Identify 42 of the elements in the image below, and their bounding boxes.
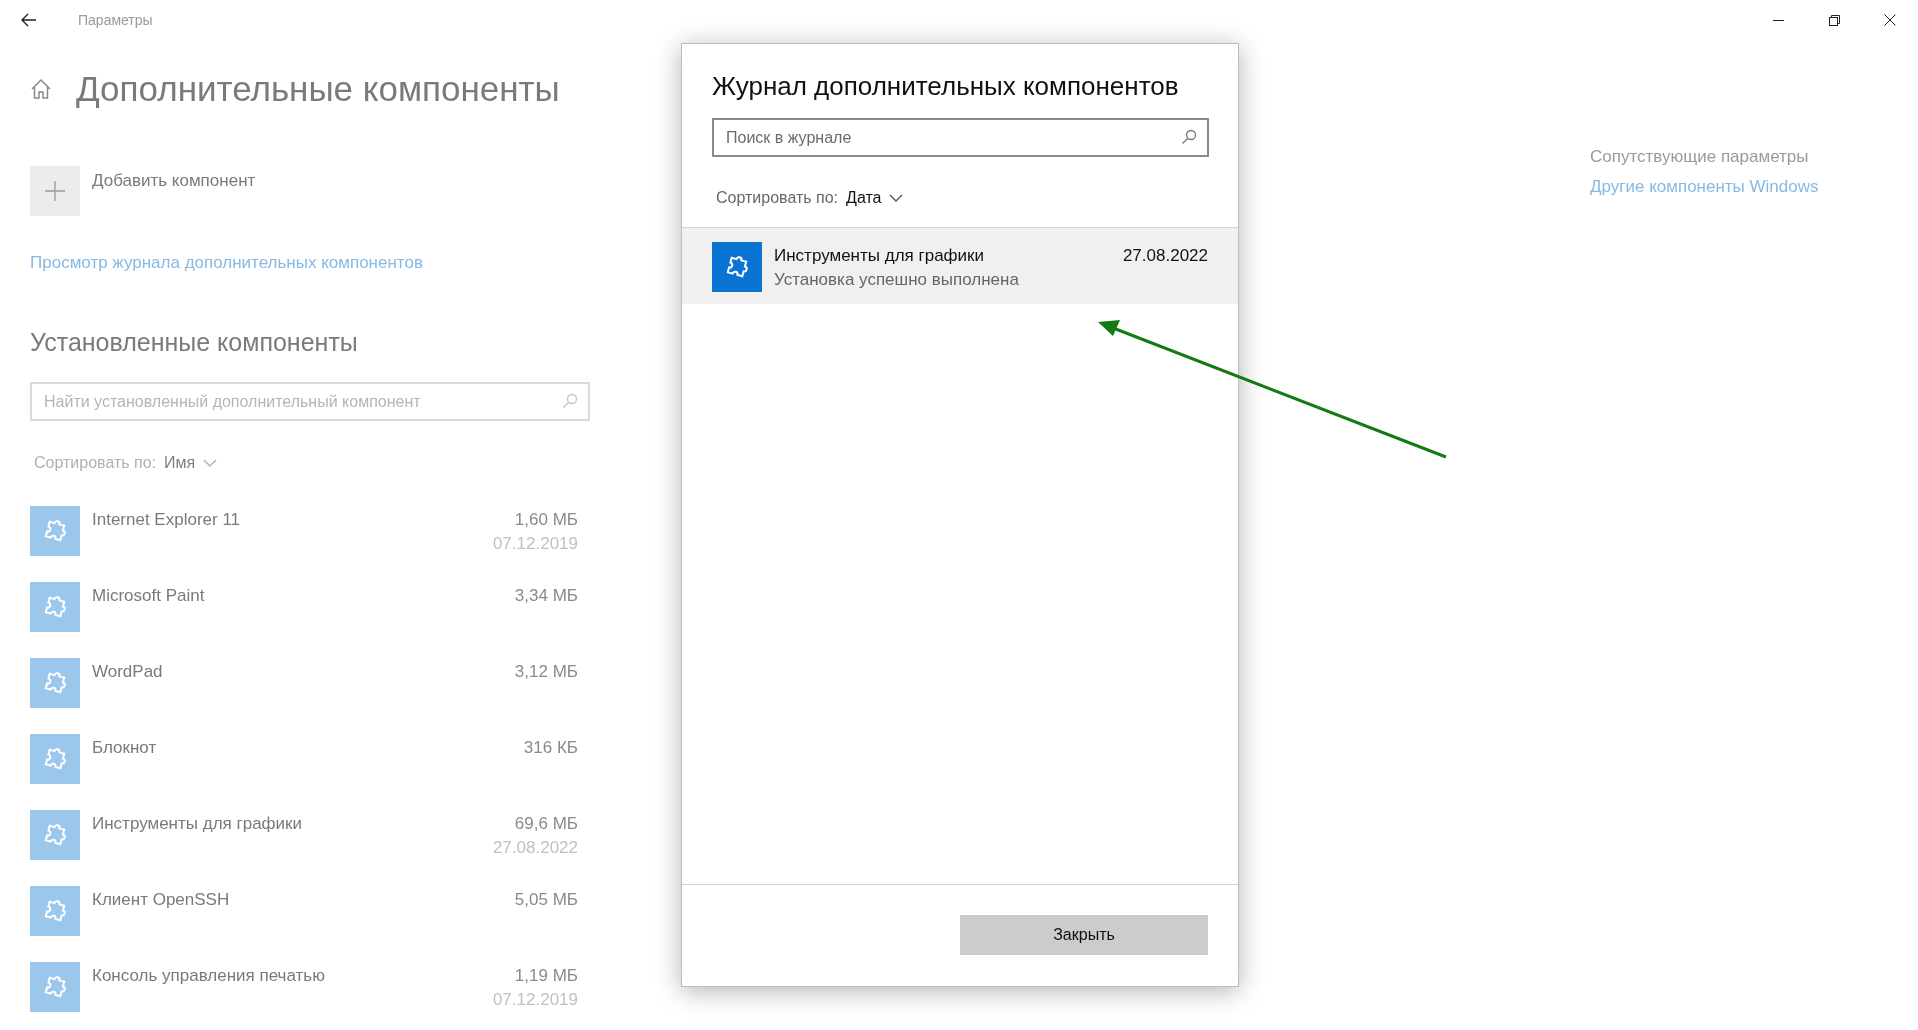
- entry-date: 27.08.2022: [1122, 246, 1208, 266]
- window-title: Параметры: [78, 12, 153, 28]
- component-size: 316 КБ: [523, 738, 578, 758]
- sort-dropdown[interactable]: Сортировать по: Имя: [30, 450, 222, 476]
- component-size: 3,34 МБ: [514, 586, 578, 606]
- minimize-icon: [1772, 19, 1784, 21]
- component-size: 1,60 МБ: [514, 510, 578, 530]
- add-tile[interactable]: [30, 166, 80, 216]
- component-date: 07.12.2019: [492, 534, 578, 554]
- restore-icon: [1828, 14, 1840, 26]
- chevron-down-icon: [889, 194, 904, 202]
- section-heading: Установленные компоненты: [30, 328, 359, 357]
- component-name[interactable]: Инструменты для графики: [92, 814, 481, 834]
- search-icon: [1181, 129, 1197, 145]
- entry-name: Инструменты для графики: [774, 246, 986, 266]
- add-component-button[interactable]: Добавить компонент: [92, 166, 256, 190]
- chevron-down-icon: [203, 459, 218, 467]
- entry-status: Установка успешно выполнена: [774, 270, 1020, 290]
- history-entry[interactable]: Инструменты для графики Установка успешно выполнена 27.08.2022: [682, 228, 1238, 304]
- back-arrow-icon: [21, 13, 37, 27]
- component-size: 5,05 МБ: [514, 890, 578, 910]
- dialog-title: Журнал дополнительных компонентов: [712, 71, 1180, 102]
- plus-icon: [45, 181, 65, 201]
- close-dialog-button[interactable]: Закрыть: [960, 915, 1208, 955]
- related-heading: Сопутствующие параметры: [1590, 147, 1809, 167]
- sort-dropdown[interactable]: Сортировать по: Дата: [712, 185, 908, 211]
- home-icon[interactable]: [30, 78, 52, 100]
- search-icon: [562, 393, 578, 409]
- component-date: 27.08.2022: [492, 838, 578, 858]
- component-name[interactable]: Блокнот: [92, 738, 512, 758]
- component-name[interactable]: Клиент OpenSSH: [92, 890, 503, 910]
- component-name[interactable]: Microsoft Paint: [92, 586, 503, 606]
- component-size: 3,12 МБ: [514, 662, 578, 682]
- component-name[interactable]: Internet Explorer 11: [92, 510, 481, 530]
- component-date: 07.12.2019: [492, 990, 578, 1010]
- component-size: 1,19 МБ: [514, 966, 578, 986]
- component-name[interactable]: WordPad: [92, 662, 503, 682]
- close-icon: [1884, 14, 1896, 26]
- component-name[interactable]: Консоль управления печатью: [92, 966, 481, 986]
- search-field[interactable]: Поиск в журнале: [712, 118, 1209, 157]
- page-heading: Дополнительные компоненты: [76, 69, 560, 109]
- component-size: 69,6 МБ: [514, 814, 578, 834]
